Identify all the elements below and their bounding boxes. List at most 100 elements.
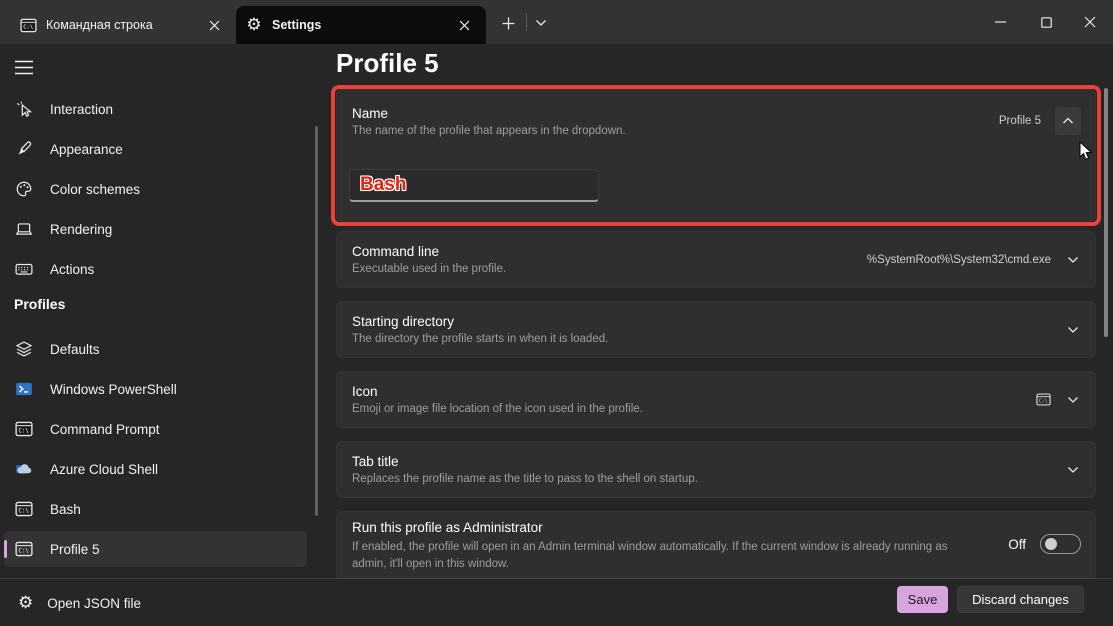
setting-card-name[interactable]: Name The name of the profile that appear… (336, 89, 1096, 223)
sidebar-item-bash[interactable]: C:\ Bash (0, 489, 314, 529)
maximize-button[interactable] (1023, 0, 1069, 44)
tab-command-prompt[interactable]: C:\ Командная строка (10, 6, 236, 44)
terminal-icon: C:\ (14, 539, 34, 559)
tab-title: Settings (272, 18, 321, 32)
setting-card-tab-title[interactable]: Tab title Replaces the profile name as t… (336, 441, 1096, 498)
setting-card-icon[interactable]: Icon Emoji or image file location of the… (336, 371, 1096, 428)
collapse-expander-button[interactable] (1055, 107, 1081, 135)
paintbrush-icon (14, 139, 34, 159)
svg-text:C:\: C:\ (23, 24, 33, 30)
sidebar-item-label: Bash (50, 502, 81, 517)
setting-title: Icon (352, 384, 643, 399)
sidebar-item-label: Appearance (50, 142, 123, 157)
sidebar-item-appearance[interactable]: Appearance (0, 129, 314, 169)
setting-title: Name (352, 106, 626, 121)
sidebar-item-label: Profile 5 (50, 542, 100, 557)
chevron-down-icon[interactable] (1065, 462, 1081, 478)
chevron-down-icon[interactable] (1065, 392, 1081, 408)
setting-card-command-line[interactable]: Command line Executable used in the prof… (336, 231, 1096, 288)
sidebar-item-profile-5[interactable]: C:\ Profile 5 (4, 531, 307, 567)
keyboard-icon (14, 259, 34, 279)
sidebar-item-color-schemes[interactable]: Color schemes (0, 169, 314, 209)
sidebar-item-label: Interaction (50, 102, 113, 117)
sidebar-item-label: Defaults (50, 342, 100, 357)
titlebar: C:\ Командная строка ⚙ Settings (0, 0, 1113, 44)
tab-title: Командная строка (46, 18, 153, 32)
terminal-icon: C:\ (14, 499, 34, 519)
setting-title: Tab title (352, 454, 698, 469)
sidebar-item-label: Rendering (50, 222, 112, 237)
tabbar-divider (526, 13, 527, 31)
page-title: Profile 5 (336, 48, 439, 79)
minimize-icon (995, 21, 1006, 23)
settings-footer: ⚙ Open JSON file Save Discard changes (0, 578, 1113, 626)
open-new-tab-dropdown-button[interactable] (529, 11, 553, 35)
setting-title: Starting directory (352, 314, 608, 329)
tab-settings[interactable]: ⚙ Settings (236, 6, 486, 44)
new-tab-button[interactable] (494, 9, 522, 37)
gear-icon: ⚙ (245, 16, 263, 34)
toggle-state-label: Off (1008, 537, 1026, 552)
open-json-file-button[interactable]: ⚙ Open JSON file (10, 587, 149, 619)
minimize-button[interactable] (977, 0, 1023, 44)
sidebar-item-interaction[interactable]: Interaction (0, 89, 314, 129)
sidebar-item-label: Command Prompt (50, 422, 160, 437)
plus-icon (502, 17, 515, 30)
setting-title: Run this profile as Administrator (352, 520, 982, 535)
sidebar-item-actions[interactable]: Actions (0, 249, 314, 289)
main-scrollbar[interactable] (1104, 88, 1108, 337)
laptop-icon (14, 219, 34, 239)
sidebar-item-azure-cloud-shell[interactable]: Azure Cloud Shell (0, 449, 314, 489)
discard-changes-button[interactable]: Discard changes (957, 586, 1084, 613)
setting-description: If enabled, the profile will open in an … (352, 539, 982, 572)
gear-icon: ⚙ (18, 595, 33, 612)
chevron-down-icon[interactable] (1065, 252, 1081, 268)
profiles-section-header: Profiles (14, 296, 65, 312)
setting-description: Executable used in the profile. (352, 263, 506, 275)
sidebar-item-label: Windows PowerShell (50, 382, 177, 397)
setting-description: Emoji or image file location of the icon… (352, 403, 643, 415)
sidebar-item-label: Actions (50, 262, 94, 277)
chevron-up-icon (1062, 117, 1074, 125)
chevron-down-icon (535, 19, 547, 27)
setting-card-run-as-administrator[interactable]: Run this profile as Administrator If ena… (336, 511, 1096, 578)
azure-cloud-icon (14, 459, 34, 479)
sidebar-item-windows-powershell[interactable]: Windows PowerShell (0, 369, 314, 409)
toggle-knob (1045, 538, 1057, 550)
admin-toggle-switch[interactable] (1040, 534, 1081, 554)
close-tab-icon[interactable] (204, 15, 225, 36)
layers-icon (14, 339, 34, 359)
svg-text:C:\: C:\ (18, 508, 29, 514)
sidebar-scrollbar[interactable] (315, 126, 318, 516)
sidebar-profiles-list: Defaults Windows PowerShell C:\ Command … (0, 329, 314, 569)
sidebar-item-defaults[interactable]: Defaults (0, 329, 314, 369)
close-icon (1084, 16, 1096, 28)
profile-name-input[interactable] (349, 169, 599, 202)
close-window-button[interactable] (1067, 0, 1113, 44)
setting-card-header[interactable]: Name The name of the profile that appear… (337, 90, 1095, 144)
svg-text:C:\: C:\ (1039, 398, 1048, 404)
settings-main-panel: Profile 5 Name The name of the profile t… (320, 44, 1113, 578)
hamburger-icon (14, 60, 34, 75)
setting-current-value: Profile 5 (999, 115, 1041, 127)
svg-text:C:\: C:\ (18, 428, 29, 434)
chevron-down-icon[interactable] (1065, 322, 1081, 338)
interaction-cursor-icon (14, 99, 34, 119)
setting-description: The name of the profile that appears in … (352, 125, 626, 137)
setting-description: The directory the profile starts in when… (352, 333, 608, 345)
powershell-icon (14, 379, 34, 399)
save-button[interactable]: Save (897, 586, 948, 613)
setting-current-value: %SystemRoot%\System32\cmd.exe (867, 254, 1051, 266)
open-json-file-label: Open JSON file (47, 596, 141, 611)
setting-card-starting-directory[interactable]: Starting directory The directory the pro… (336, 301, 1096, 358)
profile-icon-preview: C:\ (1036, 392, 1051, 407)
sidebar-item-label: Azure Cloud Shell (50, 462, 158, 477)
palette-icon (14, 179, 34, 199)
sidebar-item-rendering[interactable]: Rendering (0, 209, 314, 249)
close-tab-icon[interactable] (454, 15, 475, 36)
sidebar-item-command-prompt[interactable]: C:\ Command Prompt (0, 409, 314, 449)
setting-description: Replaces the profile name as the title t… (352, 473, 698, 485)
sidebar-item-label: Color schemes (50, 182, 140, 197)
setting-title: Command line (352, 244, 506, 259)
navigation-menu-button[interactable] (10, 52, 46, 82)
